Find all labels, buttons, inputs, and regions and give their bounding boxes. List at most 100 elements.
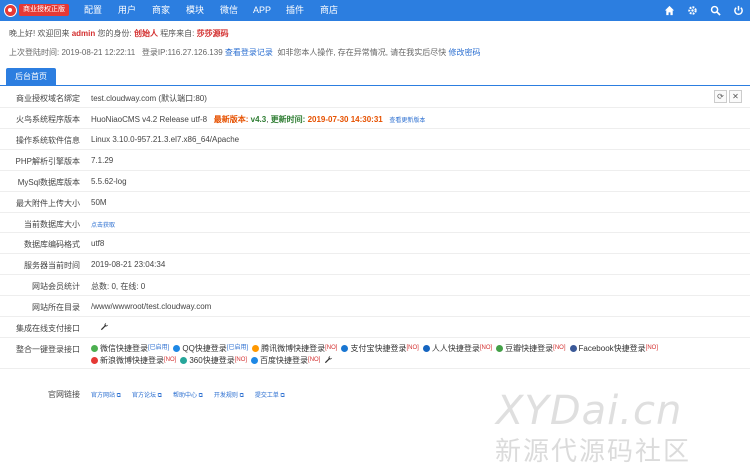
gear-icon[interactable] xyxy=(686,5,698,17)
oauth-status: [NO] xyxy=(645,345,658,351)
watermark-logo: XYDai.cn xyxy=(496,388,683,434)
logo-badge-icon xyxy=(4,3,17,17)
oauth-label: 整合一键登录接口 xyxy=(16,345,80,354)
oauth-provider-icon xyxy=(173,345,181,352)
dir-label: 网站所在目录 xyxy=(32,303,80,312)
nav-item-users[interactable]: 用户 xyxy=(118,0,152,21)
nav-item-wechat[interactable]: 微信 xyxy=(220,0,253,21)
nav-item-merchants[interactable]: 商家 xyxy=(152,0,186,21)
oauth-provider-name: 百度快捷登录 xyxy=(260,356,309,365)
oauth-provider-icon xyxy=(91,357,98,364)
logo[interactable]: 商业授权正版 xyxy=(4,3,69,17)
nav-item-store[interactable]: 商店 xyxy=(320,0,354,21)
greeting-text: 晚上好! 欢迎回来 xyxy=(9,29,70,38)
update-time: 2019-07-30 14:30:31 xyxy=(307,115,383,124)
oauth-item[interactable]: 微信快捷登录 [已启用] xyxy=(91,343,169,354)
oauth-item[interactable]: 360快捷登录 [NO] xyxy=(180,355,247,366)
encoding-label: 数据库编码格式 xyxy=(24,240,80,249)
oauth-status: [NO] xyxy=(406,345,419,351)
tab-bar: 后台首页 xyxy=(0,66,750,86)
home-icon[interactable] xyxy=(663,5,675,17)
oauth-status: [NO] xyxy=(325,345,338,351)
watermark-text: 新源代源码社区 xyxy=(495,437,692,467)
help-center-link[interactable]: 帮助中心 ⧉ xyxy=(173,390,203,400)
os-value: Linux 3.10.0-957.21.3.el7.x86_64/Apache xyxy=(91,135,240,144)
row-oauth: 整合一键登录接口 微信快捷登录 [已启用] QQ快捷登录 [已启用] 腾讯微博快捷登录[… xyxy=(0,338,750,369)
submit-ticket-link[interactable]: 提交工单 ⧉ xyxy=(255,390,285,400)
oauth-provider-name: 支付宝快捷登录 xyxy=(350,344,407,353)
payment-label: 集成在线支付接口 xyxy=(16,324,80,333)
oauth-provider-icon xyxy=(569,345,577,352)
mysql-label: MySql数据库版本 xyxy=(17,178,80,187)
latest-version: v4.3 xyxy=(250,115,267,124)
oauth-item[interactable]: 支付宝快捷登录 [NO] xyxy=(341,343,419,354)
version-label: 火鸟系统程序版本 xyxy=(16,115,80,124)
official-forum-link[interactable]: 官方论坛 ⧉ xyxy=(132,390,162,400)
domain-value: test.cloudway.com (默认端口:80) xyxy=(91,94,207,103)
encoding-value: utf8 xyxy=(91,239,105,248)
row-php: PHP解析引擎版本 7.1.29 xyxy=(0,150,750,171)
oauth-status: [NO] xyxy=(479,345,493,351)
oauth-provider-icon xyxy=(251,357,259,364)
source-value: 莎莎源码 xyxy=(196,29,229,38)
oauth-item[interactable]: 豆瓣快捷登录 [NO] xyxy=(496,343,566,354)
oauth-status: [NO] xyxy=(234,357,248,363)
last-login-line: 上次登陆时间: 2019-08-21 12:22:11 登录IP:116.27.… xyxy=(9,47,480,58)
nav-item-app[interactable]: APP xyxy=(253,0,286,21)
mysql-value: 5.5.62-log xyxy=(91,177,127,186)
oauth-item[interactable]: QQ快捷登录 [已启用] xyxy=(173,343,248,354)
power-icon[interactable] xyxy=(732,5,744,17)
members-value: 总数: 0, 在线: 0 xyxy=(91,282,146,291)
role-label: 您的身份: xyxy=(97,29,132,38)
domain-label: 商业授权域名绑定 xyxy=(16,94,80,103)
change-password-link[interactable]: 修改密码 xyxy=(448,48,480,57)
nav-item-modules[interactable]: 模块 xyxy=(186,0,220,21)
dbsize-fetch-link[interactable]: 点击获取 xyxy=(91,220,115,229)
oauth-status: [已启用] xyxy=(148,345,170,351)
php-value: 7.1.29 xyxy=(91,156,114,165)
servertime-label: 服务器当前时间 xyxy=(24,261,80,270)
official-links: 官方网站 ⧉ 官方论坛 ⧉ 帮助中心 ⧉ 开发规则 ⧉ 提交工单 ⧉ xyxy=(91,390,296,400)
dir-value: /www/wwwroot/test.cloudway.com xyxy=(91,302,212,311)
row-payment: 集成在线支付接口 xyxy=(0,317,750,338)
view-login-log-link[interactable]: 查看登录记录 xyxy=(225,48,273,57)
official-site-link[interactable]: 官方网站 ⧉ xyxy=(91,390,121,400)
view-changelog-link[interactable]: 查看更新版本 xyxy=(389,118,425,124)
welcome-line: 晚上好! 欢迎回来 admin 您的身份: 创始人 程序来自: 莎莎源码 xyxy=(9,28,229,39)
wrench-icon[interactable] xyxy=(100,322,109,333)
oauth-provider-name: 新浪微博快捷登录 xyxy=(100,356,164,365)
oauth-provider-icon xyxy=(341,345,349,352)
dev-rules-link[interactable]: 开发规则 ⧉ xyxy=(214,390,244,400)
role-value: 创始人 xyxy=(133,29,158,38)
oauth-provider-name: 人人快捷登录 xyxy=(431,344,480,353)
row-domain: 商业授权域名绑定 test.cloudway.com (默认端口:80) xyxy=(0,88,750,108)
row-mysql: MySql数据库版本 5.5.62-log xyxy=(0,171,750,192)
php-label: PHP解析引擎版本 xyxy=(15,157,80,166)
row-upload: 最大附件上传大小 50M xyxy=(0,192,750,213)
dbsize-label: 当前数据库大小 xyxy=(24,220,80,229)
tab-dashboard[interactable]: 后台首页 xyxy=(6,68,56,86)
nav-item-config[interactable]: 配置 xyxy=(84,0,118,21)
oauth-settings-icon[interactable] xyxy=(324,355,333,366)
source-label: 程序来自: xyxy=(160,29,195,38)
oauth-provider-name: Facebook快捷登录 xyxy=(578,344,646,353)
version-value-group: HuoNiaoCMS v4.2 Release utf-8 最新版本: v4.3… xyxy=(91,115,426,124)
oauth-provider-name: 微信快捷登录 xyxy=(100,344,148,353)
upload-label: 最大附件上传大小 xyxy=(16,199,80,208)
login-warning: 如非您本人操作, 存在异常情况, 请在我实后尽快 xyxy=(277,48,447,57)
oauth-item[interactable]: 人人快捷登录 [NO] xyxy=(422,343,493,354)
oauth-item[interactable]: Facebook快捷登录 [NO] xyxy=(569,343,658,354)
nav-icons xyxy=(652,0,744,21)
top-nav: 商业授权正版 配置 用户 商家 模块 微信 APP 插件 商店 xyxy=(0,0,750,21)
oauth-provider-name: QQ快捷登录 xyxy=(182,344,227,353)
oauth-item[interactable]: 腾讯微博快捷登录 [NO] xyxy=(252,343,337,354)
row-version: 火鸟系统程序版本 HuoNiaoCMS v4.2 Release utf-8 最… xyxy=(0,108,750,129)
oauth-status: [NO] xyxy=(308,357,321,363)
search-icon[interactable] xyxy=(709,5,721,17)
row-servertime: 服务器当前时间 2019-08-21 23:04:34 xyxy=(0,254,750,275)
oauth-item[interactable]: 百度快捷登录 [NO] xyxy=(251,355,320,366)
nav-item-plugins[interactable]: 插件 xyxy=(286,0,320,21)
logo-text: 商业授权正版 xyxy=(19,4,69,16)
version-value: HuoNiaoCMS v4.2 Release utf-8 xyxy=(91,115,208,124)
oauth-item[interactable]: 新浪微博快捷登录 [NO] xyxy=(91,355,176,366)
